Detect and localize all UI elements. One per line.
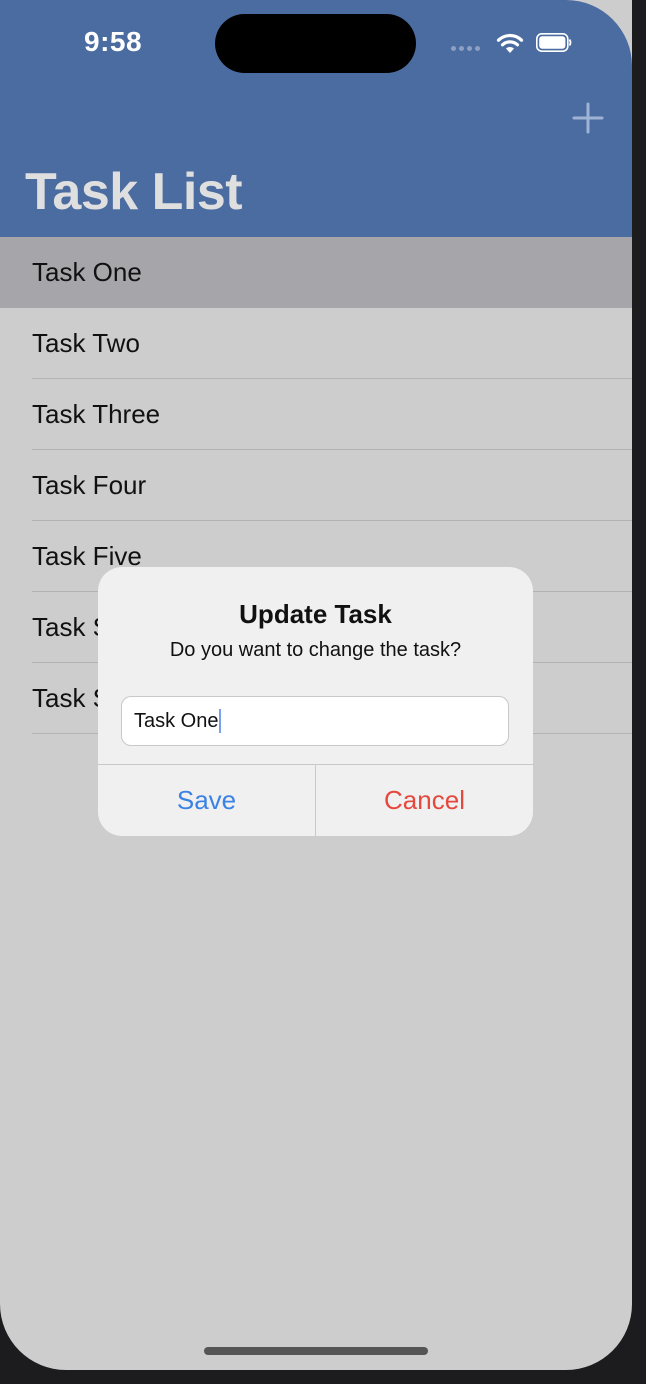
task-label: Task Two	[32, 328, 140, 358]
text-caret	[219, 709, 222, 733]
status-time: 9:58	[84, 26, 143, 57]
cancel-button[interactable]: Cancel	[316, 765, 533, 836]
alert-title: Update Task	[239, 599, 392, 629]
task-label: Task Four	[32, 470, 147, 500]
task-label: Task One	[32, 257, 142, 287]
navigation-bar: 9:58 Task List	[0, 0, 632, 237]
task-name-field[interactable]: Task One	[121, 696, 509, 746]
add-button[interactable]	[568, 98, 608, 138]
task-name-value: Task One	[134, 709, 219, 732]
task-row[interactable]: Task Four	[0, 450, 632, 521]
update-task-alert: Update Task Do you want to change the ta…	[98, 567, 533, 836]
alert-message: Do you want to change the task?	[169, 639, 462, 661]
wifi-icon	[496, 33, 524, 53]
signal-icon	[451, 46, 485, 52]
task-row[interactable]: Task Three	[0, 379, 632, 450]
task-row[interactable]: Task One	[0, 237, 632, 308]
task-label: Task Three	[32, 399, 161, 429]
device-frame: 9:58 Task List Task One Task Two Task Th…	[0, 0, 646, 1384]
page-title: Task List	[25, 163, 243, 221]
battery-icon	[536, 33, 572, 52]
screen: 9:58 Task List Task One Task Two Task Th…	[0, 0, 632, 1370]
task-row[interactable]: Task Two	[0, 308, 632, 379]
save-button[interactable]: Save	[98, 765, 315, 836]
dynamic-island	[215, 14, 416, 73]
home-indicator[interactable]	[204, 1347, 428, 1355]
